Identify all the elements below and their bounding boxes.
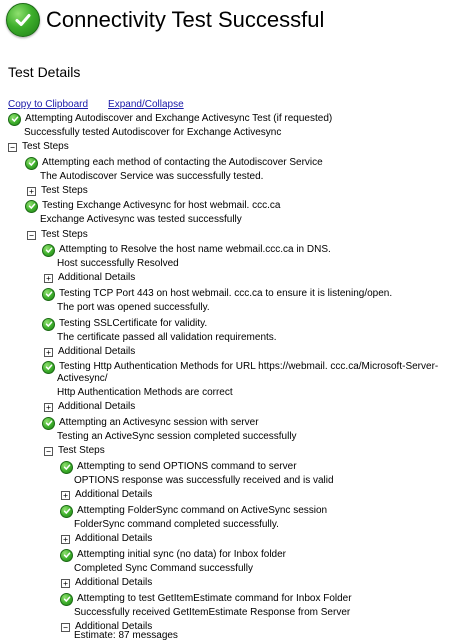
success-check-icon (60, 548, 73, 562)
step-contact-autodiscover: Attempting each method of contacting the… (25, 156, 323, 170)
toggle-label: Additional Details (75, 489, 153, 500)
step-exchange-activesync: Testing Exchange Activesync for host web… (25, 199, 280, 213)
expand-plus-icon[interactable]: + (44, 347, 53, 357)
additional-details-toggle[interactable]: + Additional Details (61, 488, 152, 502)
toggle-label: Test Steps (41, 185, 88, 196)
success-check-icon (6, 3, 40, 37)
step-label: Testing TCP Port 443 on host webmail. cc… (59, 288, 393, 299)
estimate-detail-text: Estimate: 87 messages (74, 630, 178, 641)
step-label: Testing SSLCertificate for validity. (59, 318, 208, 329)
success-check-icon (42, 416, 55, 430)
step-foldersync-command: Attempting FolderSync command on ActiveS… (60, 504, 327, 518)
toggle-label: Additional Details (75, 577, 153, 588)
step-result-text: Successfully received GetItemEstimate Re… (74, 607, 351, 618)
test-steps-toggle[interactable]: + Test Steps (27, 184, 88, 198)
step-ssl-certificate: Testing SSLCertificate for validity. (42, 317, 207, 331)
expand-plus-icon[interactable]: + (61, 578, 70, 588)
step-label: Attempting to Resolve the host name webm… (59, 244, 331, 255)
step-options-command: Attempting to send OPTIONS command to se… (60, 460, 297, 474)
test-steps-toggle[interactable]: − Test Steps (27, 228, 88, 242)
success-check-icon (25, 199, 38, 213)
success-check-icon (60, 592, 73, 606)
test-details-heading: Test Details (8, 64, 81, 80)
additional-details-toggle[interactable]: + Additional Details (44, 345, 135, 359)
step-autodiscover-activesync: Attempting Autodiscover and Exchange Act… (8, 112, 332, 126)
step-tcp-port: Testing TCP Port 443 on host webmail. cc… (42, 287, 392, 301)
step-result-text: Http Authentication Methods are correct (57, 387, 233, 398)
step-label: Attempting each method of contacting the… (42, 157, 323, 168)
step-result-text: Testing an ActiveSync session completed … (57, 431, 297, 442)
collapse-minus-icon[interactable]: − (61, 622, 70, 632)
step-getitemestimate: Attempting to test GetItemEstimate comma… (60, 592, 352, 606)
step-label: Attempting Autodiscover and Exchange Act… (25, 113, 333, 124)
step-result-text: FolderSync command completed successfull… (74, 519, 279, 530)
step-label: Attempting FolderSync command on ActiveS… (77, 505, 328, 516)
step-resolve-dns: Attempting to Resolve the host name webm… (42, 243, 331, 257)
expand-collapse-link[interactable]: Expand/Collapse (108, 99, 184, 110)
expand-plus-icon[interactable]: + (61, 490, 70, 500)
collapse-minus-icon[interactable]: − (44, 446, 53, 456)
step-activesync-session: Attempting an Activesync session with se… (42, 416, 259, 430)
step-result-text: The port was opened successfully. (57, 302, 210, 313)
step-result-text: OPTIONS response was successfully receiv… (74, 475, 334, 486)
expand-plus-icon[interactable]: + (61, 534, 70, 544)
toggle-label: Test Steps (41, 229, 88, 240)
toggle-label: Test Steps (58, 445, 105, 456)
copy-to-clipboard-link[interactable]: Copy to Clipboard (8, 99, 88, 110)
collapse-minus-icon[interactable]: − (27, 230, 36, 240)
step-label: Attempting to test GetItemEstimate comma… (77, 593, 352, 604)
success-check-icon (8, 112, 21, 126)
result-title: Connectivity Test Successful (46, 7, 325, 32)
additional-details-toggle[interactable]: + Additional Details (44, 400, 135, 414)
collapse-minus-icon[interactable]: − (8, 142, 17, 152)
expand-plus-icon[interactable]: + (44, 402, 53, 412)
step-label: Attempting to send OPTIONS command to se… (77, 461, 297, 472)
test-steps-toggle[interactable]: − Test Steps (8, 140, 69, 154)
step-label: Testing Http Authentication Methods for … (59, 361, 439, 372)
toggle-label: Additional Details (75, 533, 153, 544)
success-check-icon (42, 287, 55, 301)
step-label-continued: Activesync/ (57, 373, 108, 384)
expand-plus-icon[interactable]: + (27, 186, 36, 196)
additional-details-toggle[interactable]: + Additional Details (61, 576, 152, 590)
step-label: Attempting initial sync (no data) for In… (77, 549, 286, 560)
success-check-icon (60, 504, 73, 518)
success-check-icon (25, 156, 38, 170)
toggle-label: Additional Details (58, 272, 136, 283)
success-check-icon (42, 360, 55, 374)
expand-plus-icon[interactable]: + (44, 273, 53, 283)
step-label: Testing Exchange Activesync for host web… (42, 200, 281, 211)
success-check-icon (60, 460, 73, 474)
toggle-label: Test Steps (22, 141, 69, 152)
step-result-text: Host successfully Resolved (57, 258, 179, 269)
additional-details-toggle[interactable]: + Additional Details (61, 532, 152, 546)
step-result-text: Exchange Activesync was tested successfu… (40, 214, 242, 225)
step-result-text: Completed Sync Command successfully (74, 563, 253, 574)
success-check-icon (42, 317, 55, 331)
step-result-text: The Autodiscover Service was successfull… (40, 171, 264, 182)
step-label: Attempting an Activesync session with se… (59, 417, 259, 428)
success-check-icon (42, 243, 55, 257)
result-banner: Connectivity Test Successful (6, 2, 324, 38)
step-result-text: The certificate passed all validation re… (57, 332, 277, 343)
step-result-text: Successfully tested Autodiscover for Exc… (24, 127, 282, 138)
toggle-label: Additional Details (58, 346, 136, 357)
detail-actions: Copy to Clipboard Expand/Collapse (8, 99, 184, 110)
additional-details-toggle[interactable]: + Additional Details (44, 271, 135, 285)
step-initial-sync: Attempting initial sync (no data) for In… (60, 548, 286, 562)
toggle-label: Additional Details (58, 401, 136, 412)
test-steps-toggle[interactable]: − Test Steps (44, 444, 105, 458)
